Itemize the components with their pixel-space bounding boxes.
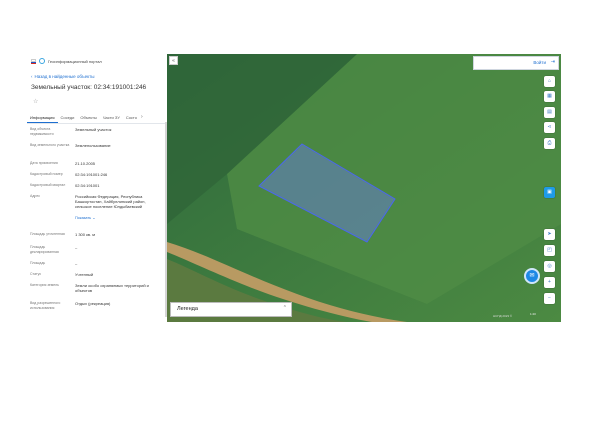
login-icon[interactable]: ⇥ [551, 59, 555, 65]
info-value: Земельный участок [75, 127, 112, 132]
info-value: Земли особо охраняемых территорий и объе… [75, 283, 149, 293]
info-label: Площадь [30, 261, 46, 265]
tab-information[interactable]: Информация [27, 113, 58, 123]
tab-objects[interactable]: Объекты [77, 113, 100, 123]
info-value: – [75, 261, 78, 266]
info-label: Адрес [30, 194, 41, 198]
legend-dropdown[interactable]: Легенда ⌃ [170, 302, 292, 317]
info-label: Кадастровый номер [30, 172, 63, 176]
info-value: 21.10.2005 [75, 161, 96, 166]
login-link[interactable]: Войти [533, 60, 546, 65]
info-value: 1 300 кв. м [75, 232, 95, 237]
info-label: Вид объекта недвижимости [30, 127, 54, 136]
show-more-label: Показать [75, 216, 92, 220]
map-view[interactable]: « Войти ⇥ ⌂ ▦ ▤ ⋖ ⎙ ▣ ➤ ◰ ◎ + − ✉ Легенд… [167, 54, 561, 322]
tabs-scroll-right-icon[interactable]: › [140, 113, 143, 123]
calendar-icon[interactable]: ▦ [544, 91, 555, 102]
info-value: – [75, 245, 78, 250]
collapse-panel-button[interactable]: « [169, 56, 178, 65]
info-label: Площадь уточненная [30, 232, 65, 236]
layers-icon[interactable]: ▤ [544, 107, 555, 118]
back-to-search-link[interactable]: ‹ Назад в найденные объекты [31, 74, 94, 79]
map-scale: 1:20 [530, 312, 536, 316]
portal-header: Геоинформационный портал [27, 54, 171, 68]
chevron-left-icon: ‹ [31, 74, 33, 79]
document-panel-icon[interactable]: ▣ [544, 187, 555, 198]
home-icon[interactable]: ⌂ [544, 76, 555, 87]
map-copyright: НСПД 2023 © [493, 314, 513, 318]
chevron-down-icon: ⌄ [92, 216, 96, 220]
info-value: Российская Федерация, Республика Башкорт… [75, 194, 146, 209]
info-label: Дата присвоения [30, 161, 58, 165]
login-box: Войти ⇥ [473, 56, 559, 70]
info-label: Статус [30, 272, 42, 276]
show-more-link[interactable]: Показать ⌄ [75, 215, 95, 220]
satellite-map [167, 54, 561, 322]
info-value: Учтенный [75, 272, 94, 277]
info-label: Вид земельного участка [30, 143, 70, 147]
print-icon[interactable]: ⎙ [544, 138, 555, 149]
info-label: Категория земель [30, 283, 59, 287]
favorite-star-icon[interactable]: ☆ [33, 98, 38, 105]
russian-flag-icon [31, 58, 36, 64]
legend-arrow-icon: ⌃ [282, 305, 287, 311]
info-label: Вид разрешенного использования [30, 301, 61, 310]
back-link-label: Назад в найденные объекты [34, 74, 95, 79]
legend-label: Легенда [177, 306, 198, 312]
chat-icon[interactable]: ✉ [524, 268, 540, 284]
info-value: Землепользование [75, 143, 111, 148]
info-value: Отдых (рекреация) [75, 301, 111, 306]
info-label: Площадь декларированная [30, 245, 59, 254]
info-label: Кадастровый квартал [30, 183, 66, 187]
share-icon[interactable]: ⋖ [544, 122, 555, 133]
zoom-out-button[interactable]: − [544, 293, 555, 304]
measure-icon[interactable]: ◰ [544, 245, 555, 256]
portal-logo-icon [39, 58, 45, 64]
page-title: Земельный участок: 02:34:191001:246 [31, 84, 147, 91]
info-value: 02:34:191001:246 [75, 172, 108, 177]
tab-bar: Информация Соседи Объекты Части ЗУ Состо… [27, 113, 165, 124]
app-frame: Геоинформационный портал ‹ Назад в найде… [27, 54, 561, 322]
tab-status[interactable]: Состо [123, 113, 140, 123]
zoom-in-button[interactable]: + [544, 277, 555, 288]
tab-parts[interactable]: Части ЗУ [100, 113, 123, 123]
map-settings-icon[interactable]: ◎ [544, 261, 555, 272]
portal-title: Геоинформационный портал [48, 58, 102, 64]
info-value: 02:34:191001 [75, 183, 100, 188]
tab-neighbors[interactable]: Соседи [58, 113, 78, 123]
locate-icon[interactable]: ➤ [544, 229, 555, 240]
info-panel: Геоинформационный портал ‹ Назад в найде… [27, 54, 168, 322]
